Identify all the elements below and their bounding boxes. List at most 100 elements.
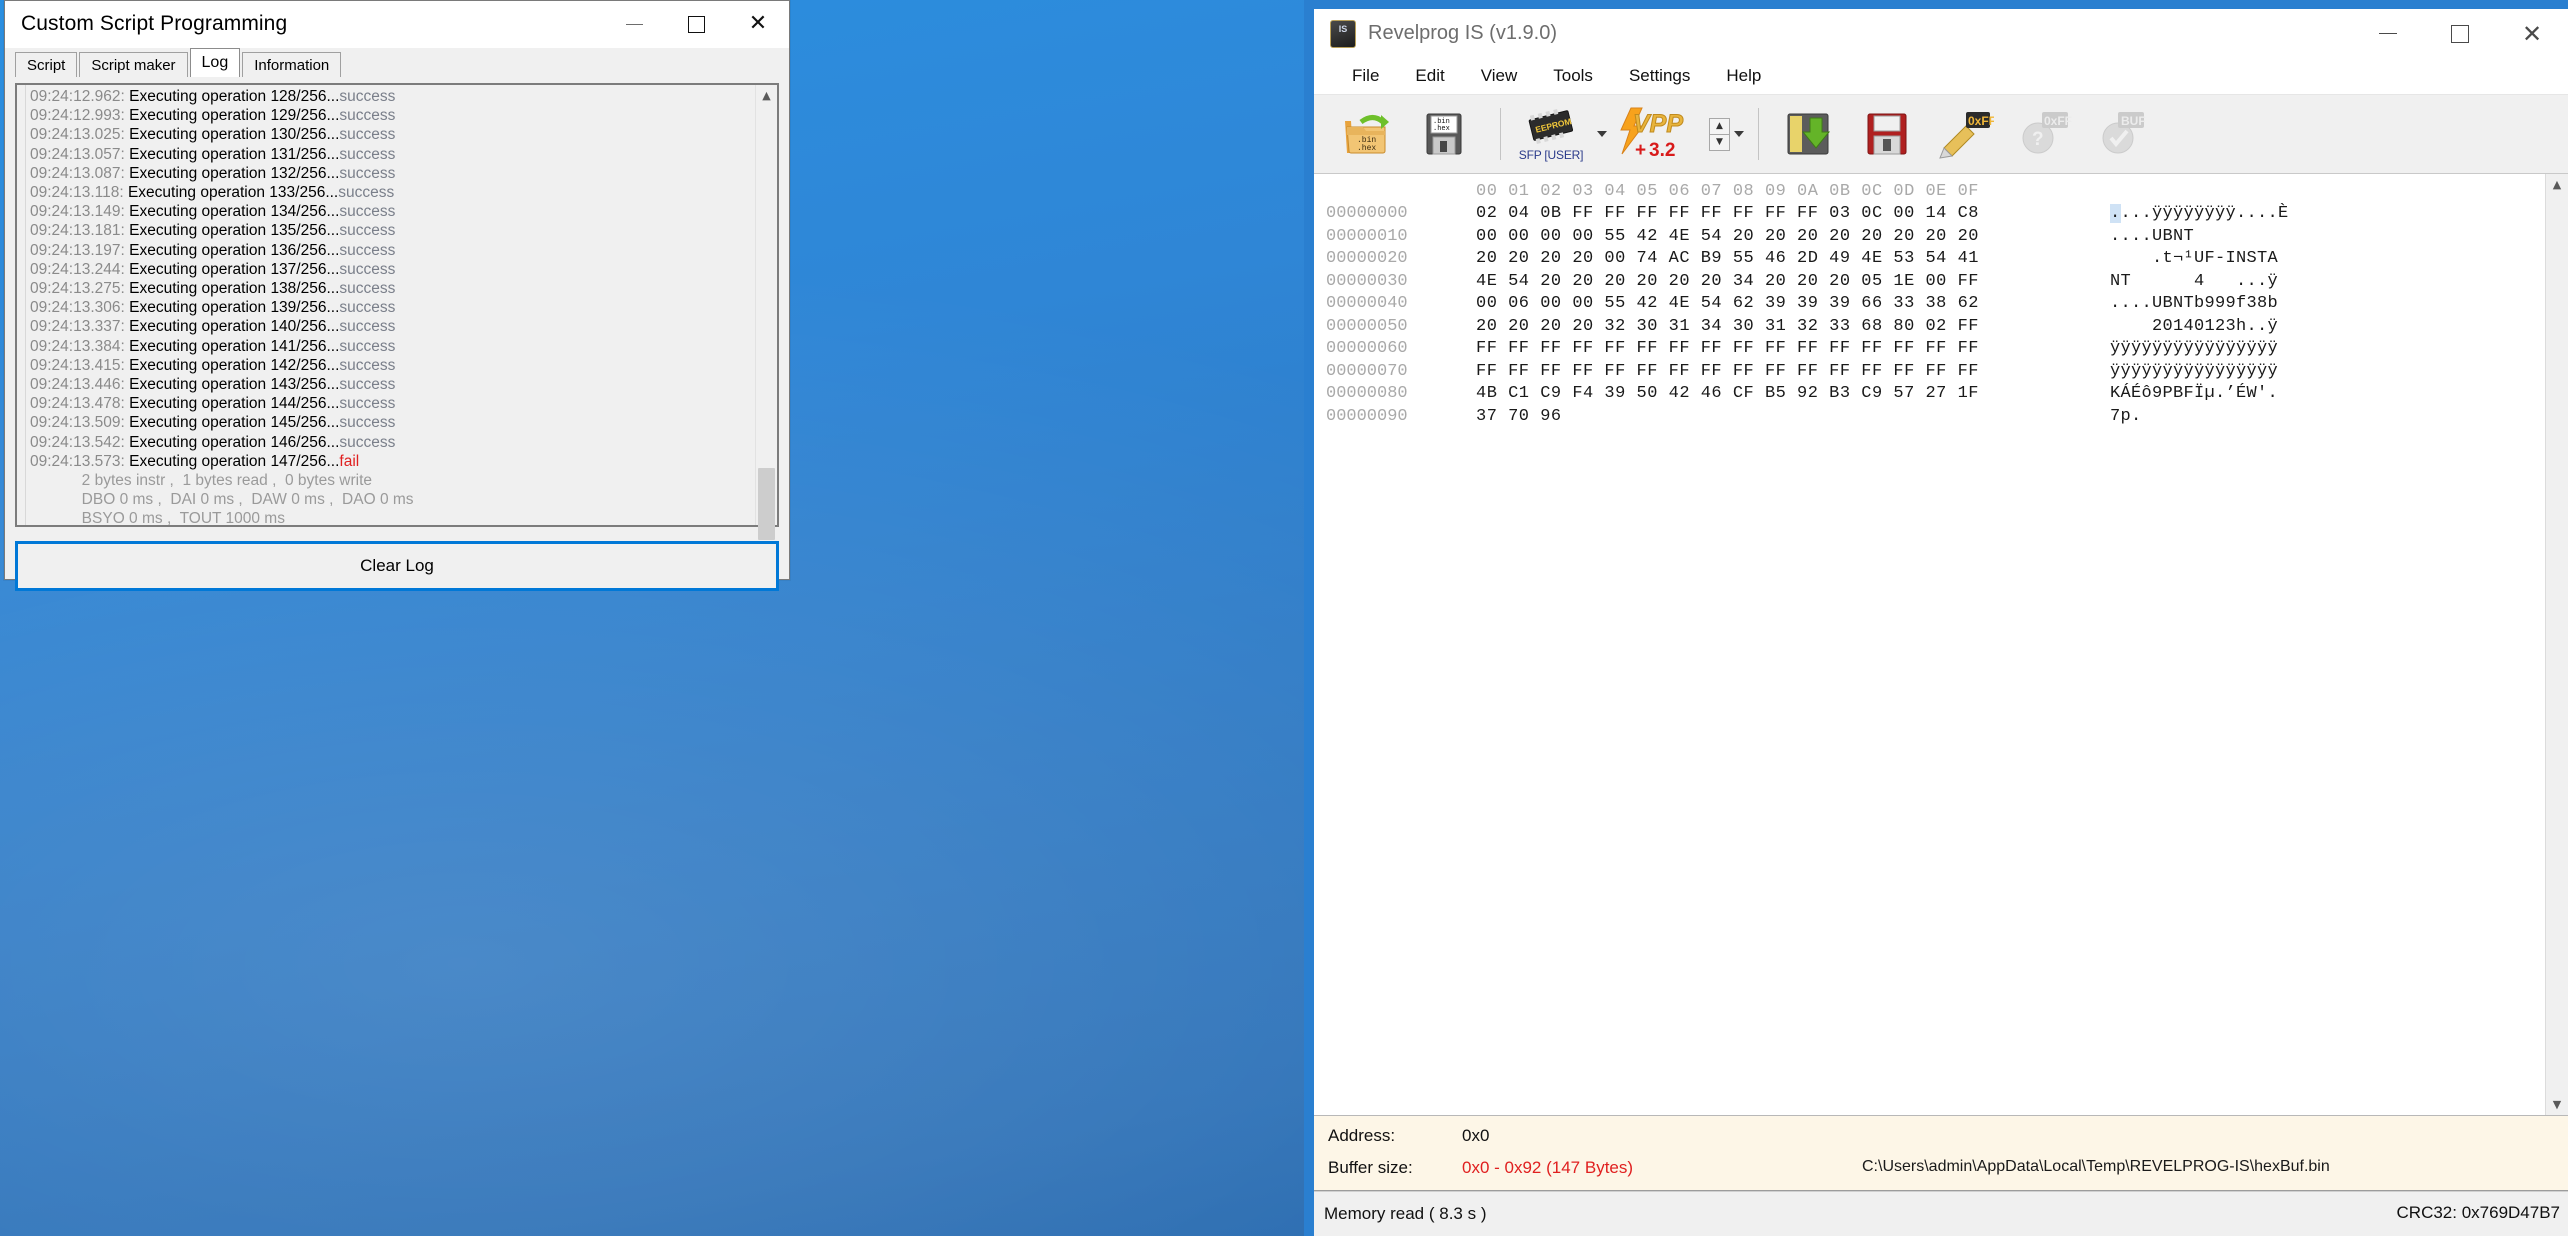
hex-bytes[interactable]: 4B C1 C9 F4 39 50 42 46 CF B5 92 B3 C9 5… [1476, 383, 2068, 406]
hex-ascii[interactable]: KÁÉô9PBFÏµ.’ÉW'. [2068, 383, 2278, 406]
revelprog-titlebar[interactable]: Revelprog IS (v1.9.0) ✕ [1314, 9, 2568, 58]
log-line: 09:24:13.275: Executing operation 138/25… [26, 279, 755, 298]
vpp-stepper[interactable]: ▲ ▼ [1709, 118, 1730, 151]
hex-address: 00000090 [1314, 406, 1476, 429]
hex-ascii[interactable]: ÿÿÿÿÿÿÿÿÿÿÿÿÿÿÿÿ [2068, 361, 2278, 384]
log-line: 09:24:13.384: Executing operation 141/25… [26, 337, 755, 356]
hex-ascii[interactable]: 20140123h..ÿ [2068, 316, 2278, 339]
write-memory-button[interactable] [1851, 101, 1923, 167]
open-file-button[interactable]: .bin .hex [1330, 101, 1402, 167]
log-status: success [339, 146, 395, 163]
log-message: Executing operation 139/256... [129, 299, 339, 316]
minimize-button[interactable] [2352, 9, 2424, 58]
save-file-button[interactable]: .bin .hex [1408, 101, 1480, 167]
vpp-chevron-down-icon[interactable] [1734, 131, 1744, 137]
blank-check-button[interactable]: ? 0xFF [2007, 101, 2079, 167]
hex-row[interactable]: 0000000002 04 0B FF FF FF FF FF FF FF FF… [1314, 203, 2568, 226]
hex-bytes[interactable]: 20 20 20 20 00 74 AC B9 55 46 2D 49 4E 5… [1476, 248, 2068, 271]
custom-script-programming-window: Custom Script Programming ✕ Script Scrip… [4, 0, 790, 580]
hex-row[interactable]: 0000001000 00 00 00 55 42 4E 54 20 20 20… [1314, 226, 2568, 249]
log-scrollbar[interactable]: ▲ ▼ [755, 85, 777, 525]
menu-edit[interactable]: Edit [1399, 61, 1460, 91]
menu-tools[interactable]: Tools [1537, 61, 1609, 91]
log-message: Executing operation 132/256... [129, 165, 339, 182]
tab-log[interactable]: Log [190, 48, 241, 77]
hex-scroll-down-button[interactable]: ▼ [2547, 1094, 2568, 1115]
hex-ascii[interactable]: 7p. [2068, 406, 2142, 429]
close-button[interactable]: ✕ [2496, 9, 2568, 58]
erase-memory-button[interactable]: 0xFF [1929, 101, 2001, 167]
log-status: success [339, 165, 395, 182]
hex-scroll-up-button[interactable]: ▲ [2547, 174, 2568, 195]
log-line: BSYO 0 ms , TOUT 1000 ms [26, 509, 755, 525]
hex-ascii[interactable]: ÿÿÿÿÿÿÿÿÿÿÿÿÿÿÿÿ [2068, 338, 2278, 361]
log-status: success [339, 88, 395, 105]
hex-bytes[interactable]: 00 00 00 00 55 42 4E 54 20 20 20 20 20 2… [1476, 226, 2068, 249]
menu-view[interactable]: View [1465, 61, 1534, 91]
hex-bytes[interactable]: FF FF FF FF FF FF FF FF FF FF FF FF FF F… [1476, 361, 2068, 384]
hex-bytes[interactable]: 4E 54 20 20 20 20 20 20 34 20 20 20 05 1… [1476, 271, 2068, 294]
hex-row[interactable]: 00000070FF FF FF FF FF FF FF FF FF FF FF… [1314, 361, 2568, 384]
hex-bytes[interactable]: FF FF FF FF FF FF FF FF FF FF FF FF FF F… [1476, 338, 2068, 361]
minimize-button[interactable] [603, 1, 665, 47]
log-timestamp: 09:24:13.306: [30, 299, 129, 316]
close-button[interactable]: ✕ [727, 1, 789, 47]
log-line: 09:24:13.573: Executing operation 147/25… [26, 452, 755, 471]
close-icon: ✕ [749, 13, 767, 35]
menu-file[interactable]: File [1336, 61, 1395, 91]
hex-bytes[interactable]: 00 06 00 00 55 42 4E 54 62 39 39 39 66 3… [1476, 293, 2068, 316]
hex-row[interactable]: 0000004000 06 00 00 55 42 4E 54 62 39 39… [1314, 293, 2568, 316]
hex-row[interactable]: 000000804B C1 C9 F4 39 50 42 46 CF B5 92… [1314, 383, 2568, 406]
log-timestamp: 09:24:12.962: [30, 88, 129, 105]
hex-ascii[interactable]: NT 4 ...ÿ [2068, 271, 2278, 294]
hex-row[interactable]: 0000005020 20 20 20 32 30 31 34 30 31 32… [1314, 316, 2568, 339]
tab-information[interactable]: Information [242, 52, 341, 77]
vpp-increment-button[interactable]: ▲ [1709, 118, 1730, 134]
verify-buffer-button[interactable]: BUF [2085, 101, 2157, 167]
vpp-decrement-button[interactable]: ▼ [1709, 134, 1730, 151]
clear-log-button[interactable]: Clear Log [15, 541, 779, 591]
svg-text:+: + [1635, 140, 1646, 161]
revelprog-toolbar: .bin .hex .bin .hex EEPROM [1314, 95, 2568, 174]
hex-scrollbar[interactable]: ▲ ▼ [2545, 174, 2568, 1115]
menu-settings[interactable]: Settings [1613, 61, 1706, 91]
chip-select-button[interactable]: EEPROM SFP [USER] [1515, 101, 1587, 167]
hex-viewer[interactable]: 00 01 02 03 04 05 06 07 08 09 0A 0B 0C 0… [1314, 174, 2568, 1115]
svg-text:.hex: .hex [1433, 125, 1450, 133]
hex-ascii[interactable]: .t¬¹UF-INSTA [2068, 248, 2278, 271]
log-scroll-track[interactable] [756, 106, 777, 504]
menu-help[interactable]: Help [1710, 61, 1777, 91]
hex-bytes[interactable]: 02 04 0B FF FF FF FF FF FF FF FF 03 0C 0… [1476, 203, 2068, 226]
chip-select-chevron-down-icon[interactable] [1597, 131, 1607, 137]
hex-ascii[interactable]: ....UBNT [2068, 226, 2278, 249]
log-timestamp: 09:24:13.542: [30, 434, 129, 451]
hex-row[interactable]: 00000060FF FF FF FF FF FF FF FF FF FF FF… [1314, 338, 2568, 361]
toolbar-separator [1758, 108, 1759, 160]
tab-script-maker[interactable]: Script maker [79, 52, 187, 77]
scroll-up-button[interactable]: ▲ [756, 85, 777, 106]
tab-script-label: Script [27, 57, 65, 74]
log-line: 09:24:13.306: Executing operation 139/25… [26, 298, 755, 317]
script-window-titlebar[interactable]: Custom Script Programming ✕ [5, 1, 789, 48]
hex-row[interactable]: 000000304E 54 20 20 20 20 20 20 34 20 20… [1314, 271, 2568, 294]
log-scroll-thumb[interactable] [758, 468, 775, 540]
maximize-button[interactable] [665, 1, 727, 47]
read-memory-button[interactable] [1773, 101, 1845, 167]
hex-address: 00000050 [1314, 316, 1476, 339]
maximize-button[interactable] [2424, 9, 2496, 58]
hex-ascii[interactable]: ....ÿÿÿÿÿÿÿÿ....È [2068, 203, 2289, 226]
minimize-icon [626, 24, 643, 25]
tab-script[interactable]: Script [15, 52, 77, 77]
hex-content[interactable]: 00 01 02 03 04 05 06 07 08 09 0A 0B 0C 0… [1314, 174, 2568, 428]
log-timestamp: 09:24:13.025: [30, 126, 129, 143]
hex-ascii[interactable]: ....UBNTb999f38b [2068, 293, 2278, 316]
hex-bytes[interactable]: 37 70 96 [1476, 406, 2068, 429]
hex-scroll-track[interactable] [2547, 195, 2568, 1094]
log-message: Executing operation 147/256... [129, 453, 339, 470]
hex-bytes[interactable]: 20 20 20 20 32 30 31 34 30 31 32 33 68 8… [1476, 316, 2068, 339]
vpp-voltage-button[interactable]: VPP + 3.2 [1607, 101, 1699, 167]
hex-row[interactable]: 0000002020 20 20 20 00 74 AC B9 55 46 2D… [1314, 248, 2568, 271]
log-output[interactable]: 09:24:12.962: Executing operation 128/25… [26, 85, 755, 525]
hex-row[interactable]: 0000009037 70 967p. [1314, 406, 2568, 429]
vpp-lightning-icon: VPP + 3.2 [1609, 106, 1697, 162]
